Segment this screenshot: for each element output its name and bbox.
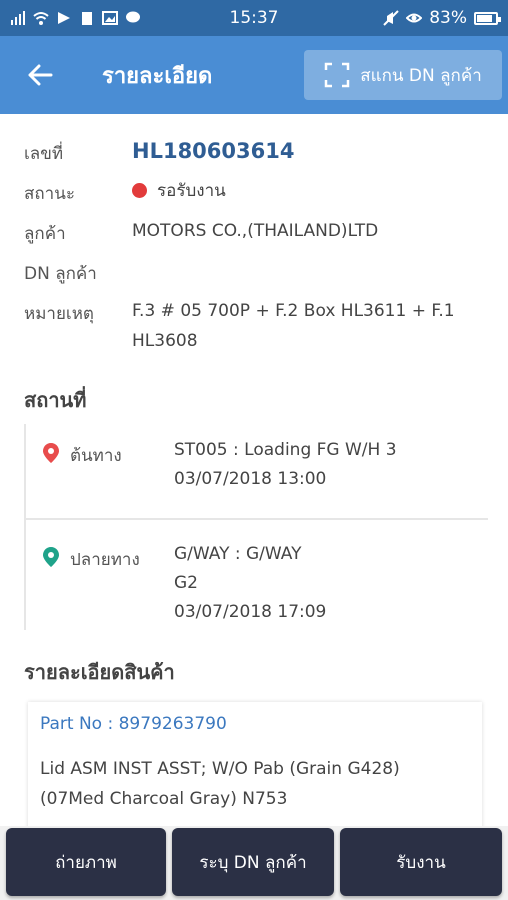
product-card[interactable]: Part No : 8979263790 Lid ASM INST ASST; … (28, 702, 482, 826)
document-number: HL180603614 (132, 139, 295, 163)
check-flag-icon (58, 12, 70, 24)
note-line-2: HL3608 (132, 331, 198, 351)
status-value-row: รอรับงาน (132, 176, 226, 206)
location-section-title: สถานที่ (24, 388, 87, 412)
specify-dn-button[interactable]: ระบุ DN ลูกค้า (172, 828, 334, 896)
note-value: F.3 # 05 700P + F.2 Box HL3611 + F.1 HL3… (132, 296, 455, 356)
destination-pin-icon (43, 547, 59, 567)
part-number: Part No : 8979263790 (40, 714, 227, 734)
destination-datetime: 03/07/2018 17:09 (174, 602, 327, 622)
accept-job-button[interactable]: รับงาน (340, 828, 502, 896)
battery-percent: 83% (429, 8, 467, 28)
status-dot (132, 183, 147, 198)
note-line-1: F.3 # 05 700P + F.2 Box HL3611 + F.1 (132, 301, 455, 321)
location-box: ต้นทาง ST005 : Loading FG W/H 3 03/07/20… (24, 424, 488, 630)
destination-place: G/WAY : G/WAY (174, 544, 302, 564)
destination-label: ปลายทาง (70, 550, 140, 570)
accept-job-label: รับงาน (396, 852, 446, 873)
signal-icon (11, 11, 25, 25)
dn-customer-label: DN ลูกค้า (24, 264, 97, 284)
part-description-line-1: Lid ASM INST ASST; W/O Pab (Grain G428) (40, 759, 400, 779)
status-icons-left (10, 10, 141, 26)
number-label: เลขที่ (24, 144, 64, 164)
note-label: หมายเหตุ (24, 304, 94, 324)
mute-icon (383, 10, 399, 26)
part-description-line-2: (07Med Charcoal Gray) N753 (40, 789, 288, 809)
back-button[interactable] (0, 36, 80, 114)
status-value: รอรับงาน (157, 181, 226, 201)
battery-icon (474, 11, 501, 25)
image-icon (102, 11, 118, 25)
page-title: รายละเอียด (102, 63, 213, 89)
customer-label: ลูกค้า (24, 224, 66, 244)
origin-datetime: 03/07/2018 13:00 (174, 469, 327, 489)
specify-dn-label: ระบุ DN ลูกค้า (199, 852, 307, 873)
take-photo-button[interactable]: ถ่ายภาพ (6, 828, 166, 896)
scan-dn-button[interactable]: สแกน DN ลูกค้า (304, 50, 502, 100)
scan-frame-icon (325, 62, 350, 88)
back-arrow-icon (28, 64, 53, 86)
part-description: Lid ASM INST ASST; W/O Pab (Grain G428) … (40, 754, 476, 814)
destination-value: G/WAY : G/WAY G2 03/07/2018 17:09 (174, 540, 326, 627)
clipboard-icon (82, 12, 92, 25)
customer-value: MOTORS CO.,(THAILAND)LTD (132, 221, 379, 241)
product-section-title: รายละเอียดสินค้า (24, 660, 175, 684)
origin-pin-icon (43, 443, 59, 463)
scan-dn-label: สแกน DN ลูกค้า (360, 65, 482, 86)
eye-icon (406, 13, 423, 23)
take-photo-label: ถ่ายภาพ (55, 852, 117, 873)
status-label: สถานะ (24, 184, 75, 204)
origin-place: ST005 : Loading FG W/H 3 (174, 440, 397, 460)
location-divider (26, 518, 488, 520)
status-icons-right: 83% (383, 8, 501, 28)
app-bar: รายละเอียด สแกน DN ลูกค้า (0, 36, 508, 114)
bottom-action-bar: ถ่ายภาพ ระบุ DN ลูกค้า รับงาน (0, 826, 508, 900)
chat-icon (126, 11, 140, 23)
status-bar: 15:37 83% (0, 0, 508, 36)
origin-value: ST005 : Loading FG W/H 3 03/07/2018 13:0… (174, 436, 397, 494)
detail-content[interactable]: เลขที่ HL180603614 สถานะ รอรับงาน ลูกค้า… (0, 114, 508, 826)
origin-label: ต้นทาง (70, 446, 122, 466)
destination-place-cont: G2 (174, 573, 198, 593)
wifi-icon (33, 12, 49, 25)
